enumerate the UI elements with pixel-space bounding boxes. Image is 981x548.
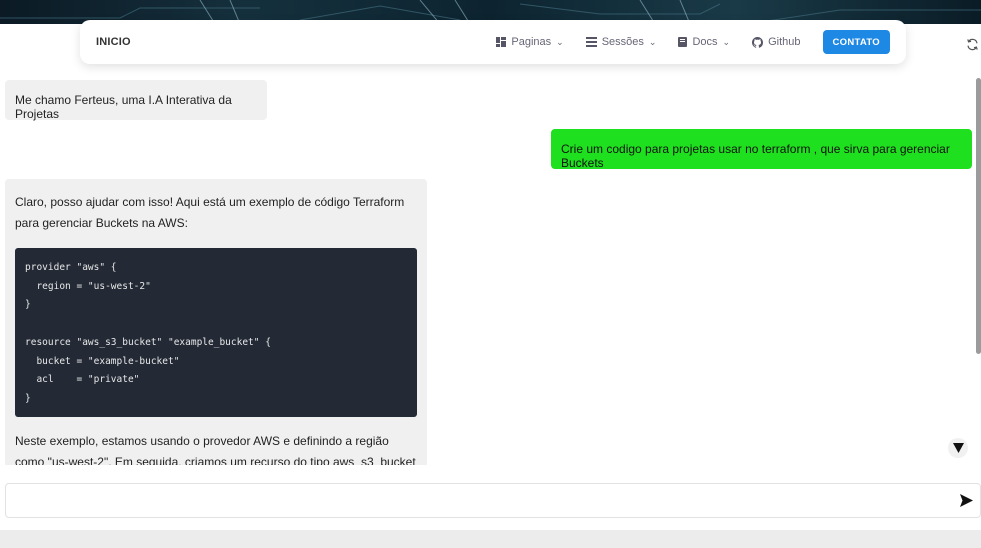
nav-brand-inicio[interactable]: INICIO	[96, 36, 131, 48]
send-icon[interactable]	[960, 494, 973, 507]
book-icon	[678, 37, 688, 47]
github-icon	[752, 36, 764, 48]
code-block[interactable]: provider "aws" { region = "us-west-2" } …	[15, 248, 417, 417]
chevron-down-icon: ⌄	[722, 36, 731, 47]
footer-bar	[0, 530, 981, 548]
refresh-icon[interactable]	[966, 38, 979, 51]
chat-history[interactable]: Me chamo Ferteus, uma I.A Interativa da …	[0, 72, 976, 465]
list-icon	[585, 37, 597, 47]
arrow-down-icon	[952, 443, 964, 453]
nav-item-label: Docs	[692, 36, 718, 48]
nav-item-sessoes[interactable]: Sessões ⌄	[585, 36, 657, 48]
grid-icon	[496, 37, 507, 47]
bot-message-intro: Claro, posso ajudar com isso! Aqui está …	[15, 195, 405, 230]
message-composer	[5, 483, 981, 518]
user-message: Crie um codigo para projetas usar no ter…	[551, 129, 972, 170]
nav-item-github[interactable]: Github	[752, 36, 801, 48]
contact-button[interactable]: CONTATO	[822, 30, 890, 54]
nav-item-docs[interactable]: Docs ⌄	[678, 36, 730, 48]
nav-item-label: Github	[768, 36, 801, 48]
nav-item-paginas[interactable]: Paginas ⌄	[496, 36, 564, 48]
chevron-down-icon: ⌄	[556, 36, 564, 47]
message-input[interactable]	[6, 484, 906, 517]
top-navbar: INICIO Paginas ⌄ Sessões ⌄ Docs ⌄ Github…	[80, 20, 906, 64]
chevron-down-icon: ⌄	[648, 36, 657, 47]
bot-message: Claro, posso ajudar com isso! Aqui está …	[5, 179, 427, 465]
scroll-down-button[interactable]	[948, 438, 968, 458]
chat-scrollbar[interactable]	[976, 78, 981, 354]
bot-message: Me chamo Ferteus, uma I.A Interativa da …	[5, 80, 267, 121]
nav-links: Paginas ⌄ Sessões ⌄ Docs ⌄ Github CONTAT…	[496, 30, 890, 54]
bot-message-outro: Neste exemplo, estamos usando o provedor…	[15, 433, 416, 465]
nav-item-label: Sessões	[601, 36, 644, 48]
nav-item-label: Paginas	[511, 36, 552, 48]
